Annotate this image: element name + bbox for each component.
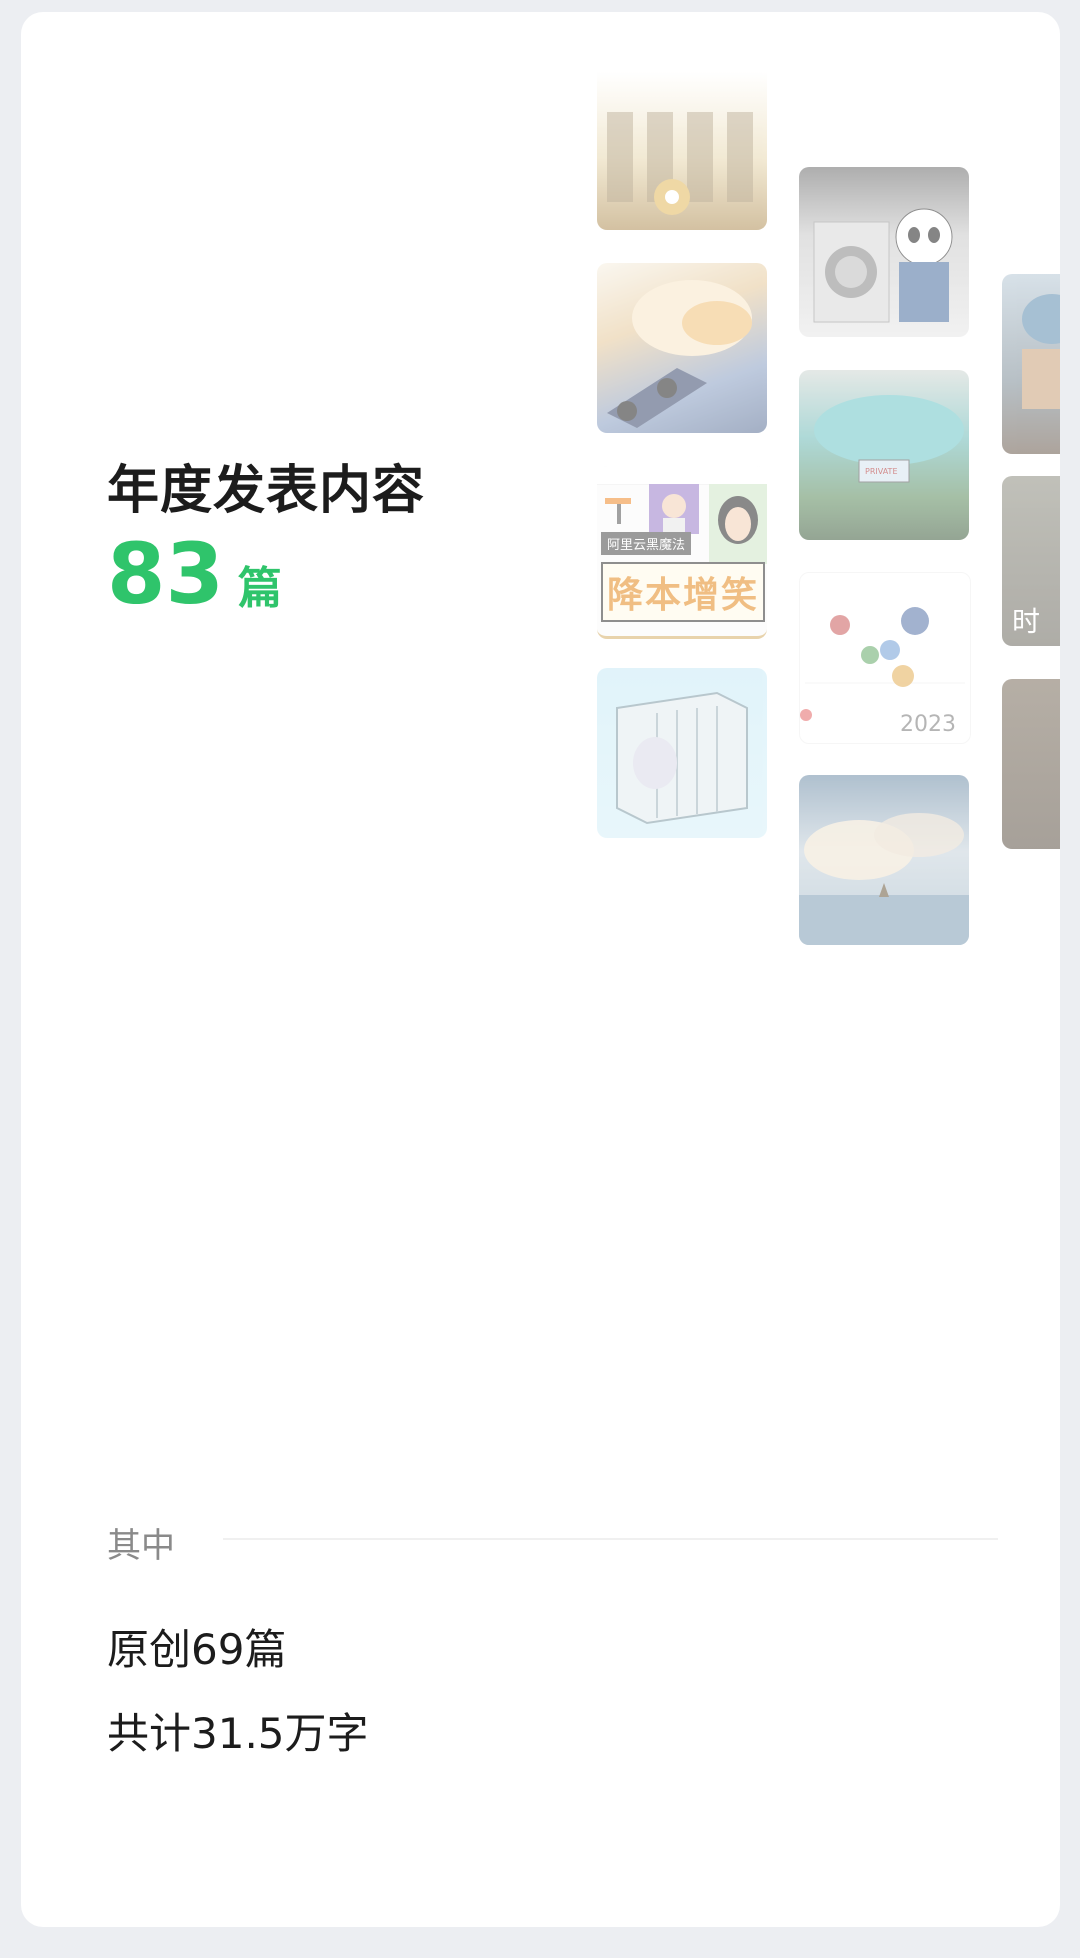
thumbnail-partial-person xyxy=(1002,274,1060,454)
thumbnail-bubble-chart: 2023 xyxy=(799,572,971,744)
partial-person-illustration xyxy=(1022,294,1060,409)
server-room-illustration xyxy=(607,112,753,215)
article-count-value: 83 xyxy=(107,525,224,623)
partial-time-label: 时 xyxy=(1012,605,1041,638)
pool-illustration: PRIVATE xyxy=(814,395,964,483)
thumbnail-sky-ocean xyxy=(799,775,969,945)
hammer-icon xyxy=(605,498,631,524)
headline: 年度发表内容 xyxy=(107,461,426,521)
panda-washer-illustration xyxy=(813,208,953,323)
article-count-unit: 篇 xyxy=(237,563,282,614)
thumbnail-panda-washer xyxy=(799,167,969,337)
elephant-container-illustration xyxy=(616,691,748,825)
thumbnail-cost-cut: 阿里云黑魔法 降本增笑 xyxy=(597,466,767,639)
cloud-race-illustration xyxy=(607,280,752,428)
thumbnail-private-pool: PRIVATE xyxy=(799,370,969,540)
thumbnail-server-room xyxy=(597,72,767,230)
svg-text:PRIVATE: PRIVATE xyxy=(865,467,898,476)
chart-year-label: 2023 xyxy=(900,712,956,737)
sky-ocean-illustration xyxy=(799,813,969,945)
thumbnail-cloud-race xyxy=(597,263,767,433)
section-label: 其中 xyxy=(107,1526,175,1566)
original-count: 原创69篇 xyxy=(107,1625,287,1674)
thumbnail-partial-time: 时 xyxy=(1002,476,1060,646)
person-avatar-icon xyxy=(649,484,699,534)
annual-summary-card: 年度发表内容 83 篇 阿里云黑魔法 降本增笑 PRIVATE 2023 时 其… xyxy=(21,12,1060,1927)
section-divider xyxy=(223,1538,998,1540)
thumbnail-partial-dark xyxy=(1002,679,1060,849)
black-magic-label: 阿里云黑魔法 xyxy=(601,532,692,555)
cost-down-label: 降本增笑 xyxy=(601,562,766,622)
total-words: 共计31.5万字 xyxy=(107,1709,369,1758)
thumbnail-elephant-container xyxy=(597,668,767,838)
woman-avatar-icon xyxy=(709,484,767,564)
article-count: 83 篇 xyxy=(107,532,282,616)
